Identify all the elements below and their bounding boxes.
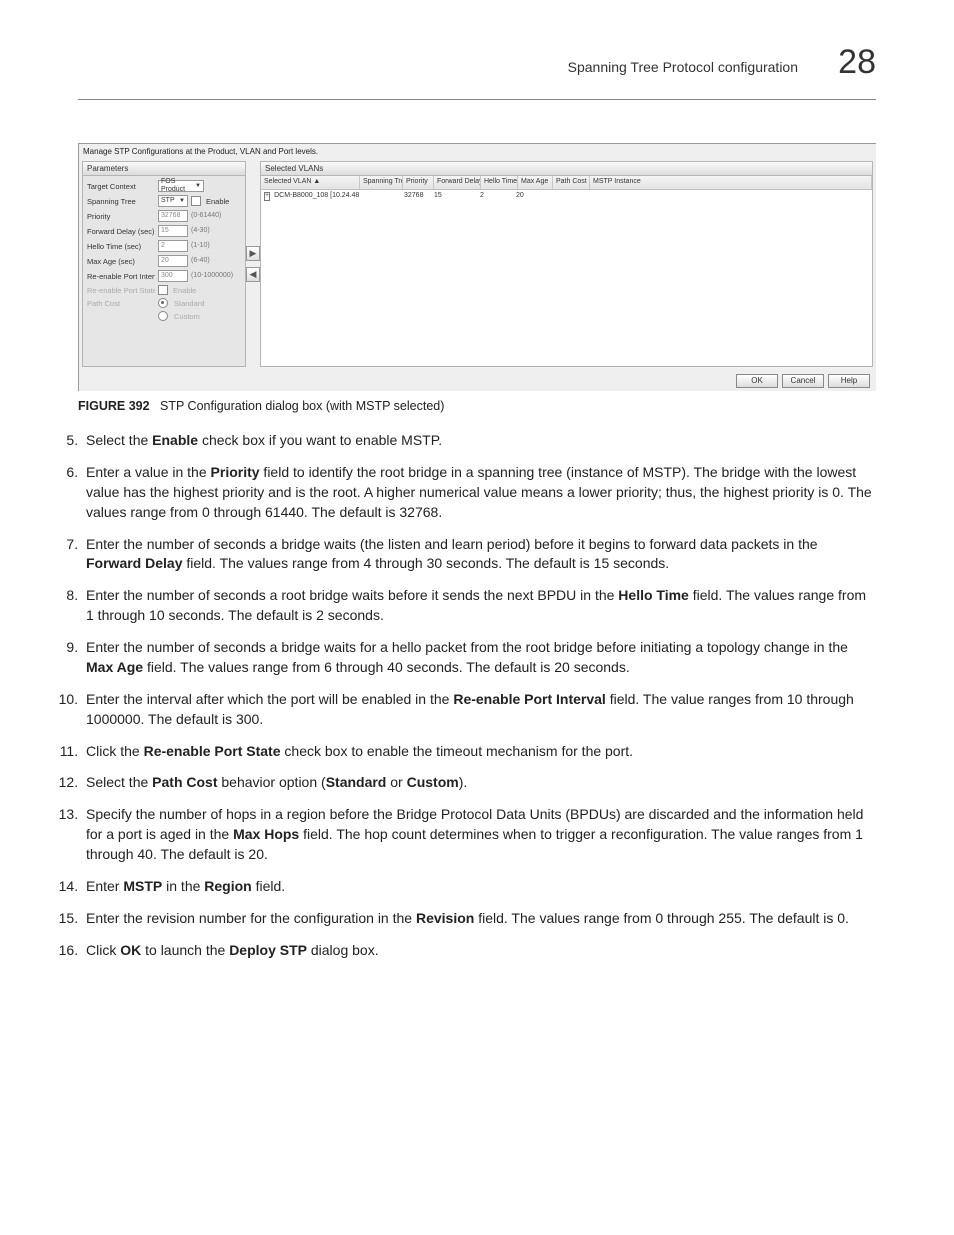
param-reenable-state: Re-enable Port State Enable [87, 285, 241, 295]
table-row[interactable]: + DCM-B8000_108 [10.24.48.108] STP 32768… [261, 190, 872, 203]
row-hello-time: 2 [477, 190, 513, 203]
help-button[interactable]: Help [828, 374, 870, 388]
step-9: Enter the number of seconds a bridge wai… [82, 638, 876, 678]
step-8: Enter the number of seconds a root bridg… [82, 586, 876, 626]
forward-delay-range: (4-30) [191, 227, 210, 235]
move-left-button[interactable]: ◀ [246, 267, 260, 282]
figure-title: STP Configuration dialog box (with MSTP … [160, 399, 444, 413]
parameters-panel: Parameters Target Context FOS Product ▼ … [82, 161, 246, 367]
figure-caption: FIGURE 392 STP Configuration dialog box … [78, 399, 876, 413]
step-10: Enter the interval after which the port … [82, 690, 876, 730]
label-priority: Priority [87, 212, 155, 221]
shuttle-controls: ▶ ◀ [246, 161, 260, 367]
path-cost-standard-label: Standard [174, 299, 204, 308]
param-max-age: Max Age (sec) 20 (6-40) [87, 255, 241, 267]
max-age-field[interactable]: 20 [158, 255, 188, 267]
param-reenable-interval: Re-enable Port Interval 300 (10-1000000) [87, 270, 241, 282]
enable-label: Enable [206, 197, 229, 206]
cancel-button[interactable]: Cancel [782, 374, 824, 388]
label-forward-delay: Forward Delay (sec) [87, 227, 155, 236]
parameters-title: Parameters [83, 162, 245, 177]
label-hello-time: Hello Time (sec) [87, 242, 155, 251]
priority-range: (0-61440) [191, 212, 221, 220]
enable-checkbox[interactable] [191, 196, 201, 206]
path-cost-custom-radio[interactable] [158, 311, 168, 321]
chapter-number: 28 [838, 43, 876, 82]
param-forward-delay: Forward Delay (sec) 15 (4-30) [87, 225, 241, 237]
path-cost-custom-label: Custom [174, 312, 200, 321]
row-forward-delay: 15 [431, 190, 477, 203]
step-11: Click the Re-enable Port State check box… [82, 742, 876, 762]
param-spanning-tree: Spanning Tree STP ▼ Enable [87, 195, 241, 207]
param-target-context: Target Context FOS Product ▼ [87, 180, 241, 192]
col-hello-time[interactable]: Hello Time [481, 176, 518, 188]
forward-delay-field[interactable]: 15 [158, 225, 188, 237]
tree-expand-icon[interactable]: + [264, 192, 270, 201]
dialog-buttons: OK Cancel Help [736, 374, 870, 388]
step-13: Specify the number of hops in a region b… [82, 805, 876, 865]
label-spanning-tree: Spanning Tree [87, 197, 155, 206]
reenable-state-checkbox[interactable] [158, 285, 168, 295]
label-max-age: Max Age (sec) [87, 257, 155, 266]
param-priority: Priority 32768 (0-61440) [87, 210, 241, 222]
hello-time-field[interactable]: 2 [158, 240, 188, 252]
col-path-cost[interactable]: Path Cost [553, 176, 590, 188]
header-rule [78, 99, 876, 100]
dialog-caption: Manage STP Configurations at the Product… [79, 144, 876, 161]
chevron-down-icon: ▼ [195, 183, 201, 190]
label-reenable-interval: Re-enable Port Interval [87, 272, 155, 281]
row-priority: 32768 [401, 190, 431, 203]
steps-list: Select the Enable check box if you want … [82, 431, 876, 961]
step-12: Select the Path Cost behavior option (St… [82, 773, 876, 793]
selected-vlans-panel: Selected VLANs Selected VLAN ▲ Spanning … [260, 161, 873, 367]
col-max-age[interactable]: Max Age [518, 176, 553, 188]
col-forward-delay[interactable]: Forward Delay [434, 176, 481, 188]
vlans-columns-header: Selected VLAN ▲ Spanning Tree Priority F… [261, 176, 872, 189]
param-path-cost-custom: Custom [87, 311, 241, 321]
reenable-interval-field[interactable]: 300 [158, 270, 188, 282]
label-target-context: Target Context [87, 182, 155, 191]
col-priority[interactable]: Priority [403, 176, 434, 188]
selected-vlans-title: Selected VLANs [261, 162, 872, 177]
step-7: Enter the number of seconds a bridge wai… [82, 535, 876, 575]
label-reenable-state: Re-enable Port State [87, 286, 155, 295]
section-title: Spanning Tree Protocol configuration [568, 59, 798, 75]
chevron-down-icon: ▼ [179, 198, 185, 205]
label-path-cost: Path Cost [87, 299, 155, 308]
row-mstp-instance [583, 190, 872, 203]
param-hello-time: Hello Time (sec) 2 (1-10) [87, 240, 241, 252]
hello-time-range: (1-10) [191, 242, 210, 250]
col-mstp-instance[interactable]: MSTP Instance [590, 176, 872, 188]
row-name: DCM-B8000_108 [10.24.48.108] STP [274, 192, 359, 200]
row-spanning-tree [359, 190, 401, 203]
spanning-tree-select[interactable]: STP ▼ [158, 195, 188, 207]
spanning-tree-value: STP [161, 197, 175, 205]
col-spanning-tree[interactable]: Spanning Tree [360, 176, 403, 188]
col-selected-vlan[interactable]: Selected VLAN ▲ [261, 176, 360, 188]
figure-number: FIGURE 392 [78, 399, 150, 413]
param-path-cost: Path Cost Standard [87, 298, 241, 308]
step-6: Enter a value in the Priority field to i… [82, 463, 876, 523]
reenable-state-value: Enable [173, 286, 196, 295]
target-context-value: FOS Product [161, 178, 195, 195]
stp-config-dialog: Manage STP Configurations at the Product… [78, 143, 876, 391]
ok-button[interactable]: OK [736, 374, 778, 388]
move-right-button[interactable]: ▶ [246, 246, 260, 261]
step-14: Enter MSTP in the Region field. [82, 877, 876, 897]
target-context-select[interactable]: FOS Product ▼ [158, 180, 204, 192]
reenable-interval-range: (10-1000000) [191, 272, 233, 280]
row-max-age: 20 [513, 190, 547, 203]
priority-field[interactable]: 32768 [158, 210, 188, 222]
max-age-range: (6-40) [191, 257, 210, 265]
step-16: Click OK to launch the Deploy STP dialog… [82, 941, 876, 961]
row-path-cost [547, 190, 583, 203]
step-15: Enter the revision number for the config… [82, 909, 876, 929]
path-cost-standard-radio[interactable] [158, 298, 168, 308]
step-5: Select the Enable check box if you want … [82, 431, 876, 451]
running-header: Spanning Tree Protocol configuration 28 [78, 55, 876, 103]
